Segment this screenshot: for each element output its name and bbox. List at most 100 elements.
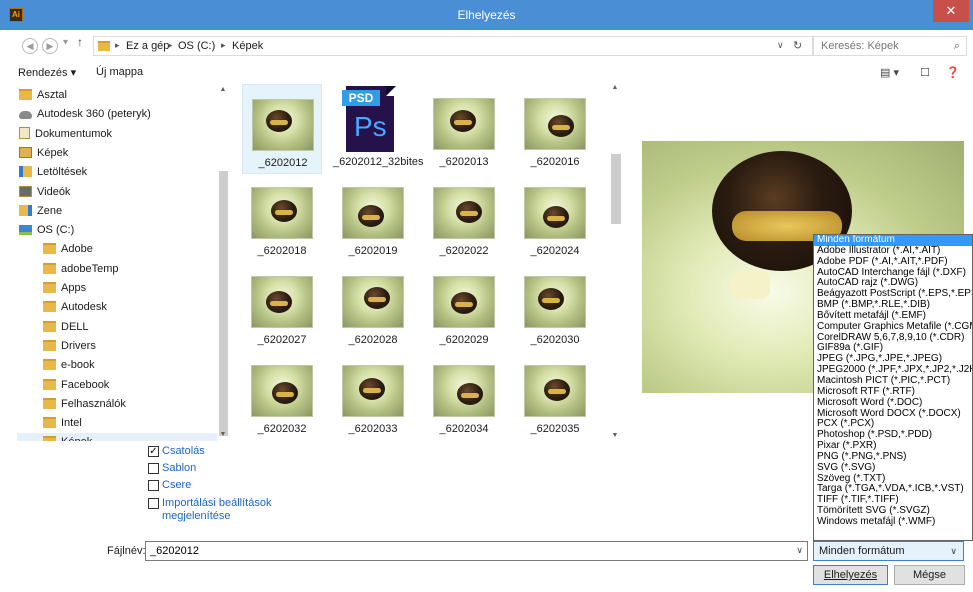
organize-button[interactable]: Rendezés ▾ [18,66,76,79]
filetype-select[interactable]: Minden formátum ∨ [813,541,964,561]
sidebar-item[interactable]: Autodesk 360 (peteryk) [17,105,217,124]
sidebar-item[interactable]: e-book [17,356,217,375]
option-label[interactable]: Importálási beállítások megjelenítése [162,497,282,523]
path-box[interactable]: ▸ Ez a gép ▸ OS (C:) ▸ Képek ∨ ↻ [93,36,814,56]
navigation-scrollbar[interactable]: ▲ ▼ [218,86,228,441]
sidebar-item[interactable]: Adobe [17,240,217,259]
file-list-scrollbar[interactable]: ▲ ▼ [609,84,621,444]
sidebar-item[interactable]: Letöltések [17,163,217,182]
preview-pane-icon[interactable]: ☐ [920,66,930,79]
filename-input[interactable] [146,542,786,560]
filename-dropdown-chevron-icon[interactable]: ∨ [796,545,803,556]
file-item[interactable]: PSD Ps _6202012_32bites [333,84,424,174]
help-icon[interactable]: ❓ [946,66,960,79]
option-label[interactable]: Sablon [162,462,196,474]
sidebar-item-label: Apps [61,282,87,294]
filetype-option[interactable]: Computer Graphics Metafile (*.CGM) [814,321,972,333]
new-folder-button[interactable]: Új mappa [96,66,143,78]
sidebar-item[interactable]: Képek [17,433,217,441]
checkbox-unchecked-icon[interactable] [148,463,159,474]
file-item[interactable]: _6202029 [424,262,504,352]
checkbox-unchecked-icon[interactable] [148,480,159,491]
sidebar-item[interactable]: Apps [17,279,217,298]
sidebar-item[interactable]: DELL [17,318,217,337]
close-button[interactable]: ✕ [933,0,969,22]
breadcrumb-drive[interactable]: OS (C:) [178,40,215,52]
bee-stripe [270,120,288,125]
command-toolbar: Rendezés ▾ Új mappa ▤ ▾ ☐ ❓ [0,62,973,84]
search-icon[interactable]: ⌕ [954,40,960,53]
filetype-option[interactable]: Windows metafájl (*.WMF) [814,516,972,528]
file-item[interactable]: _6202030 [515,262,595,352]
recent-locations-chevron-icon[interactable]: ▾ [63,37,68,48]
navigation-scroll-thumb[interactable] [219,171,228,436]
folder-icon [43,301,56,313]
sidebar-item[interactable]: Autodesk [17,298,217,317]
filename-combobox[interactable]: ∨ [145,541,808,561]
sidebar-item[interactable]: Drivers [17,337,217,356]
file-list-scroll-thumb[interactable] [611,154,621,224]
file-item[interactable]: _6202028 [333,262,413,352]
file-item[interactable]: _6202024 [515,173,595,263]
sidebar-item[interactable]: Képek [17,144,217,163]
filetype-option[interactable]: Adobe PDF (*.AI,*.AIT,*.PDF) [814,256,972,268]
checkbox-unchecked-icon[interactable] [148,498,159,509]
scroll-down-arrow-icon[interactable]: ▼ [218,431,228,438]
sidebar-item-label: Letöltések [37,166,88,179]
forward-arrow-icon[interactable]: ▶ [42,38,58,54]
image-thumbnail [524,276,586,328]
file-name: _6202022 [439,245,489,257]
breadcrumb-pictures[interactable]: Képek [232,40,263,52]
refresh-icon[interactable]: ↻ [793,39,802,52]
breadcrumb-this-pc[interactable]: Ez a gép [126,40,169,52]
file-item[interactable]: _6202013 [424,84,504,174]
sidebar-item[interactable]: adobeTemp [17,260,217,279]
file-item[interactable]: _6202034 [424,351,504,441]
filetype-option[interactable]: Microsoft Word (*.DOC) [814,397,972,409]
cancel-button[interactable]: Mégse [894,565,965,585]
checkbox-checked-icon[interactable]: ✓ [148,446,159,457]
sidebar-item[interactable]: OS (C:) [17,221,217,240]
folder-icon [43,359,56,371]
file-item[interactable]: _6202019 [333,173,413,263]
file-item[interactable]: _6202022 [424,173,504,263]
image-thumbnail [342,187,404,239]
sidebar-item[interactable]: Asztal [17,86,217,105]
place-button[interactable]: Elhelyezés [813,565,888,585]
file-item[interactable]: _6202033 [333,351,413,441]
sidebar-item-label: Intel [61,417,82,430]
image-thumbnail [433,187,495,239]
file-item[interactable]: _6202032 [242,351,322,441]
search-input[interactable] [813,37,943,55]
file-item[interactable]: _6202035 [515,351,595,441]
file-item[interactable]: _6202018 [242,173,322,263]
sidebar-item[interactable]: Videók [17,183,217,202]
breadcrumb-separator-icon: ▸ [168,40,173,50]
bee-stripe [275,210,293,215]
sidebar-item[interactable]: Zene [17,202,217,221]
folder-icon [43,282,56,293]
sidebar-item[interactable]: Facebook [17,376,217,395]
illustrator-app-icon: Ai [9,8,23,22]
back-arrow-icon[interactable]: ◀ [22,38,38,54]
file-item[interactable]: _6202016 [515,84,595,174]
sidebar-item[interactable]: Intel [17,414,217,433]
up-arrow-icon[interactable]: ↑ [77,35,83,49]
option-label[interactable]: Csere [162,479,191,491]
path-dropdown-chevron-icon[interactable]: ∨ [777,40,784,51]
pictures-icon [19,146,32,158]
sidebar-item[interactable]: Dokumentumok [17,125,217,144]
file-item[interactable]: _6202027 [242,262,322,352]
bee-stripe [276,392,294,397]
scroll-up-arrow-icon[interactable]: ▲ [610,84,620,91]
filetype-option[interactable]: SVG (*.SVG) [814,462,972,474]
bee-stripe [454,120,472,125]
view-options-icon[interactable]: ▤ ▾ [880,66,899,79]
search-box[interactable]: ⌕ [812,36,967,56]
scroll-down-arrow-icon[interactable]: ▼ [610,432,620,439]
sidebar-item[interactable]: Felhasználók [17,395,217,414]
option-label[interactable]: Csatolás [162,445,205,457]
file-item[interactable]: _6202012 [242,84,322,174]
scroll-up-arrow-icon[interactable]: ▲ [218,86,228,93]
filetype-chevron-icon[interactable]: ∨ [950,546,957,557]
